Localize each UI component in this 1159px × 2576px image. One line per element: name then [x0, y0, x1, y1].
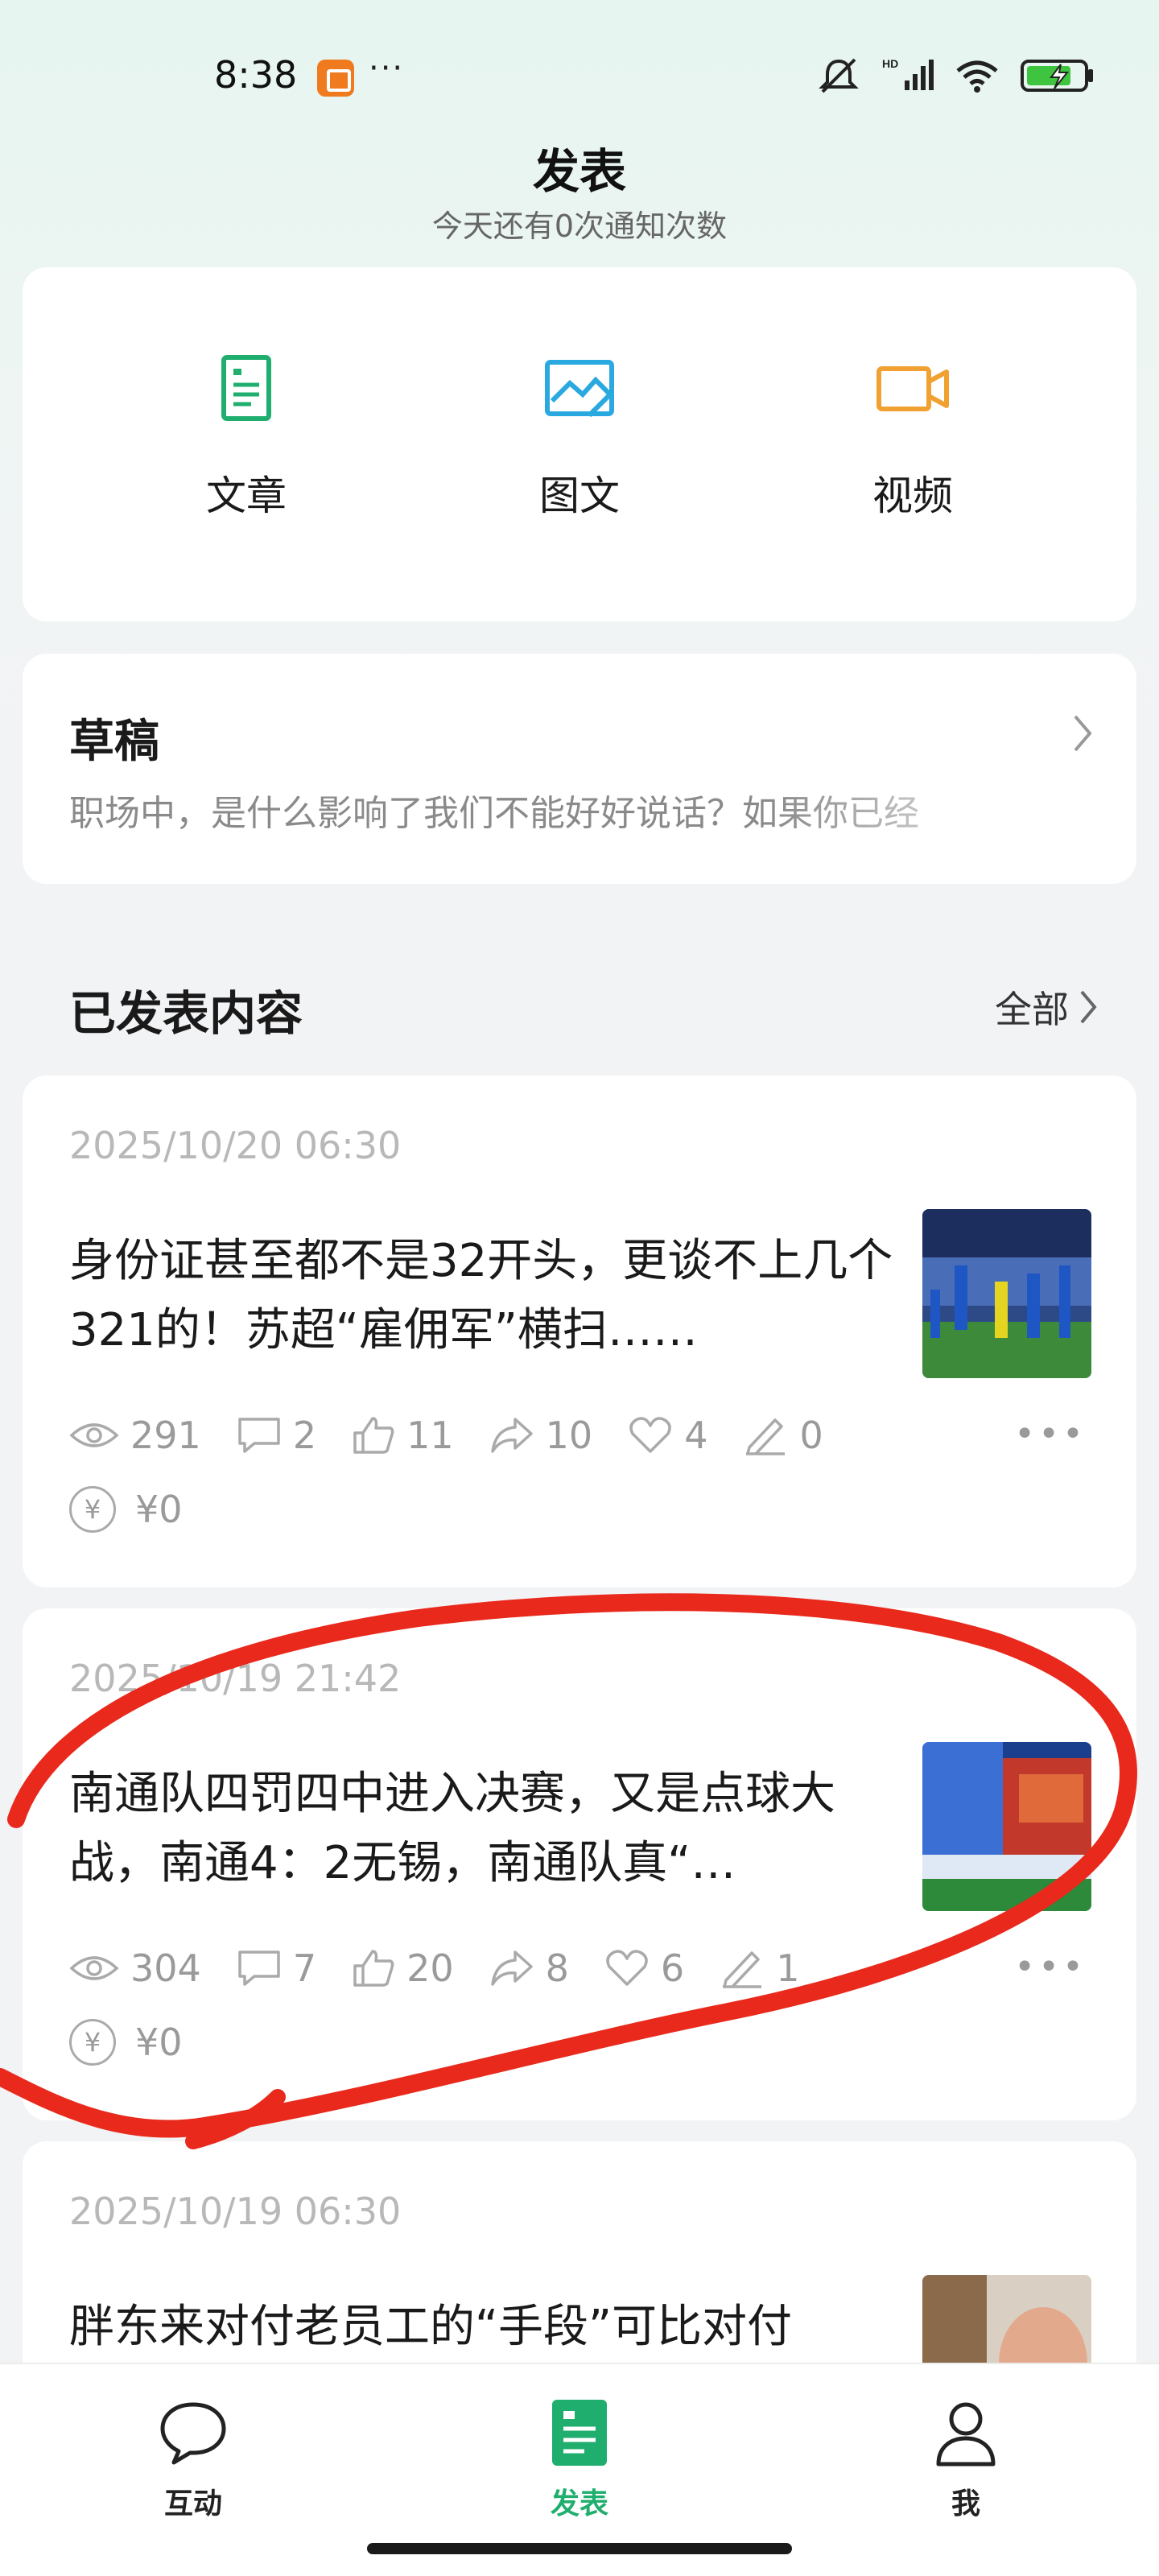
- shares-stat: 8: [489, 1946, 569, 1990]
- income-stat: ¥ ¥0: [69, 2019, 183, 2066]
- pen-icon: [723, 1951, 762, 1988]
- likes-count: 11: [406, 1414, 454, 1457]
- likes-stat: 20: [352, 1946, 454, 1990]
- favorites-count: 4: [684, 1414, 708, 1457]
- view-all-button[interactable]: 全部: [995, 980, 1099, 1034]
- home-indicator[interactable]: [367, 2543, 792, 2554]
- publish-image-text-label: 图文: [539, 473, 620, 519]
- income-value: ¥0: [135, 1488, 183, 1531]
- views-stat: 304: [69, 1946, 201, 1990]
- notification-quota: 今天还有0次通知次数: [431, 208, 728, 244]
- post-thumbnail: [922, 1209, 1091, 1378]
- post-title: 身份证甚至都不是32开头，更谈不上几个321的！苏超“雇佣军”横扫……: [69, 1235, 893, 1356]
- favorites-stat: 4: [628, 1414, 707, 1457]
- more-notifications-icon: ···: [369, 50, 405, 87]
- views-count: 304: [130, 1946, 201, 1990]
- chevron-right-icon: [1080, 990, 1097, 1024]
- status-bar: 8:38 ··· HD: [0, 0, 1159, 153]
- eye-icon: [69, 1423, 119, 1447]
- shares-count: 8: [545, 1946, 569, 1990]
- shares-stat: 10: [489, 1414, 593, 1457]
- more-options-icon[interactable]: •••: [1014, 1946, 1087, 1988]
- shares-count: 10: [545, 1414, 593, 1457]
- system-status-icons: HD: [816, 56, 1095, 95]
- video-icon: [876, 366, 949, 411]
- more-options-icon[interactable]: •••: [1014, 1414, 1087, 1455]
- edits-count: 0: [799, 1414, 823, 1457]
- post-stats: 304 7 20 8 6 1: [69, 1946, 835, 1990]
- comments-stat: 7: [237, 1946, 316, 1990]
- svg-text:HD: HD: [882, 57, 898, 70]
- post-title: 南通队四罚四中进入决赛，又是点球大战，南通4：2无锡，南通队真“…: [69, 1768, 835, 1889]
- image-text-icon: [545, 360, 614, 418]
- bottom-nav: 互动 发表 我: [0, 2363, 1159, 2576]
- post-date: 2025/10/20 06:30: [69, 1124, 402, 1167]
- nav-label-publish: 发表: [550, 2487, 608, 2520]
- comments-count: 2: [292, 1414, 317, 1457]
- eye-icon: [69, 1956, 119, 1980]
- views-stat: 291: [69, 1414, 201, 1457]
- chevron-right-icon: [1074, 715, 1092, 752]
- nav-label-interact: 互动: [163, 2487, 222, 2520]
- signal-icon: HD: [882, 57, 934, 90]
- post-date: 2025/10/19 21:42: [69, 1657, 402, 1700]
- post-card[interactable]: 2025/10/19 21:42 南通队四罚四中进入决赛，又是点球大战，南通4：…: [23, 1608, 1136, 2120]
- nav-tab-publish[interactable]: 发表: [483, 2393, 676, 2522]
- yen-icon: ¥: [69, 1486, 116, 1533]
- pen-icon: [746, 1418, 786, 1455]
- post-title: 胖东来对付老员工的“手段”可比对付: [69, 2301, 793, 2353]
- thumbs-up-icon: [353, 1417, 394, 1454]
- app-notification-icon: [317, 60, 354, 97]
- battery-icon: [1021, 60, 1093, 92]
- draft-title: 草稿: [69, 716, 159, 768]
- favorites-stat: 6: [604, 1946, 684, 1990]
- thumbs-up-icon: [353, 1950, 394, 1987]
- views-count: 291: [130, 1414, 201, 1457]
- edits-stat: 1: [720, 1946, 799, 1990]
- publish-options-card: 文章 图文 视频: [23, 267, 1136, 621]
- publish-icon: [552, 2400, 607, 2466]
- comments-count: 7: [292, 1946, 317, 1990]
- nav-tab-me[interactable]: 我: [869, 2393, 1062, 2522]
- page-title: 发表: [532, 144, 626, 199]
- publish-image-text-button[interactable]: 图文: [459, 348, 700, 541]
- draft-card[interactable]: 草稿 职场中，是什么影响了我们不能好好说话？如果你已经: [23, 654, 1136, 884]
- comments-stat: 2: [237, 1414, 316, 1457]
- comment-icon: [238, 1951, 280, 1986]
- nav-label-me: 我: [951, 2487, 980, 2520]
- nav-tab-interact[interactable]: 互动: [97, 2393, 290, 2522]
- post-stats: 291 2 11 10 4 0: [69, 1414, 859, 1457]
- wifi-icon: [956, 60, 998, 93]
- view-all-label: 全部: [995, 988, 1069, 1031]
- share-icon: [490, 1418, 533, 1453]
- edits-stat: 0: [743, 1414, 823, 1457]
- heart-icon: [629, 1417, 671, 1453]
- income-stat: ¥ ¥0: [69, 1486, 183, 1533]
- publish-video-label: 视频: [872, 473, 953, 519]
- post-date: 2025/10/19 06:30: [69, 2190, 402, 2233]
- published-section-title: 已发表内容: [69, 986, 303, 1041]
- status-time: 8:38: [214, 53, 298, 97]
- publish-article-label: 文章: [206, 473, 287, 519]
- comment-icon: [238, 1418, 280, 1453]
- draft-preview: 职场中，是什么影响了我们不能好好说话？如果你已经: [69, 793, 919, 834]
- income-value: ¥0: [135, 2021, 183, 2064]
- publish-article-button[interactable]: 文章: [126, 348, 367, 541]
- yen-icon: ¥: [69, 2019, 116, 2066]
- heart-icon: [606, 1950, 648, 1986]
- profile-icon: [936, 2402, 996, 2467]
- publish-video-button[interactable]: 视频: [792, 348, 1033, 541]
- post-card[interactable]: 2025/10/20 06:30 身份证甚至都不是32开头，更谈不上几个321的…: [23, 1075, 1136, 1587]
- likes-stat: 11: [352, 1414, 454, 1457]
- mute-icon: [819, 58, 859, 93]
- likes-count: 20: [406, 1946, 454, 1990]
- share-icon: [490, 1951, 533, 1986]
- post-thumbnail: [922, 1742, 1091, 1911]
- article-icon: [221, 355, 271, 421]
- edits-count: 1: [776, 1946, 800, 1990]
- favorites-count: 6: [660, 1946, 685, 1990]
- chat-icon: [160, 2402, 226, 2465]
